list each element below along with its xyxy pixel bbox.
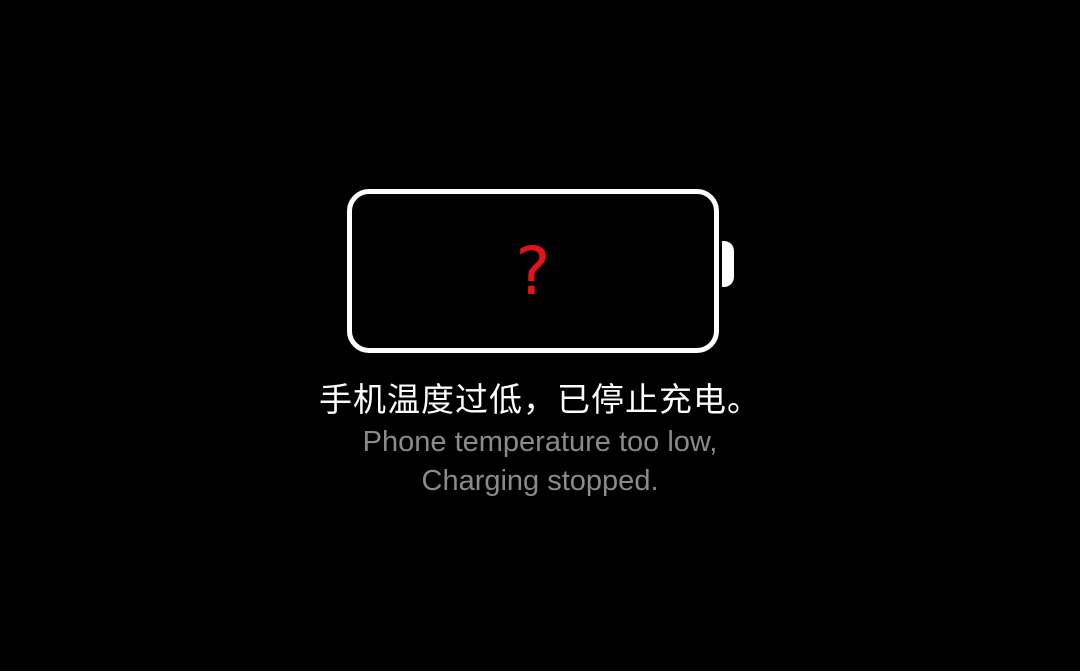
alert-message-chinese: 手机温度过低，已停止充电。 (319, 380, 761, 419)
question-mark-icon: ? (515, 233, 551, 310)
alert-message-english-line1: Phone temperature too low, (362, 426, 718, 458)
charging-alert-screen: ? 手机温度过低，已停止充电。 Phone temperature too lo… (0, 0, 1080, 671)
battery-icon: ? (347, 189, 737, 353)
battery-terminal (722, 241, 734, 287)
alert-message-english-line2: Charging stopped. (421, 465, 659, 497)
